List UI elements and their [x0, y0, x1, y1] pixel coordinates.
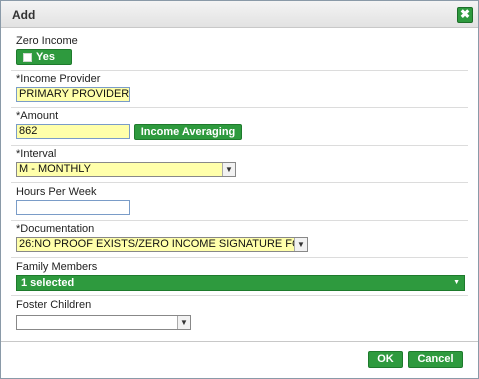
income-provider-label: *Income Provider — [16, 73, 101, 85]
interval-value: M - MONTHLY — [19, 163, 91, 175]
interval-select[interactable]: M - MONTHLY ▼ — [16, 162, 236, 177]
cancel-button[interactable]: Cancel — [408, 351, 463, 368]
chevron-down-icon: ▼ — [222, 163, 235, 176]
documentation-label: *Documentation — [16, 223, 95, 235]
dialog-title: Add — [12, 8, 36, 22]
footer-divider — [1, 341, 478, 342]
interval-label: *Interval — [16, 148, 57, 160]
family-members-value: 1 selected — [21, 277, 75, 289]
divider — [11, 257, 468, 258]
divider — [11, 145, 468, 146]
family-members-label: Family Members — [16, 261, 98, 273]
checkbox-icon — [23, 53, 32, 62]
income-provider-field[interactable]: PRIMARY PROVIDER — [16, 87, 130, 102]
hours-per-week-label: Hours Per Week — [16, 186, 97, 198]
documentation-value: 26:NO PROOF EXISTS/ZERO INCOME SIGNATURE… — [19, 238, 308, 250]
amount-label: *Amount — [16, 110, 59, 122]
caret-down-icon: ▼ — [453, 279, 460, 286]
dialog-titlebar[interactable]: Add ✖ — [1, 1, 478, 28]
zero-income-yes-toggle[interactable]: Yes — [16, 49, 72, 65]
ok-button[interactable]: OK — [368, 351, 403, 368]
zero-income-toggle-label: Yes — [36, 51, 55, 63]
income-averaging-button[interactable]: Income Averaging — [134, 124, 242, 140]
divider — [11, 107, 468, 108]
divider — [11, 295, 468, 296]
hours-per-week-field[interactable] — [16, 200, 130, 215]
divider — [11, 220, 468, 221]
zero-income-label: Zero Income — [16, 35, 78, 47]
foster-children-label: Foster Children — [16, 299, 92, 311]
close-icon[interactable]: ✖ — [457, 7, 473, 23]
chevron-down-icon: ▼ — [177, 316, 190, 329]
documentation-select[interactable]: 26:NO PROOF EXISTS/ZERO INCOME SIGNATURE… — [16, 237, 308, 252]
chevron-down-icon: ▼ — [294, 238, 307, 251]
family-members-multiselect[interactable]: 1 selected ▼ — [16, 275, 465, 291]
amount-field[interactable]: 862 — [16, 124, 130, 139]
divider — [11, 182, 468, 183]
foster-children-select[interactable]: ▼ — [16, 315, 191, 330]
divider — [11, 70, 468, 71]
add-dialog: Add ✖ Zero Income Yes *Income Provider P… — [0, 0, 479, 379]
